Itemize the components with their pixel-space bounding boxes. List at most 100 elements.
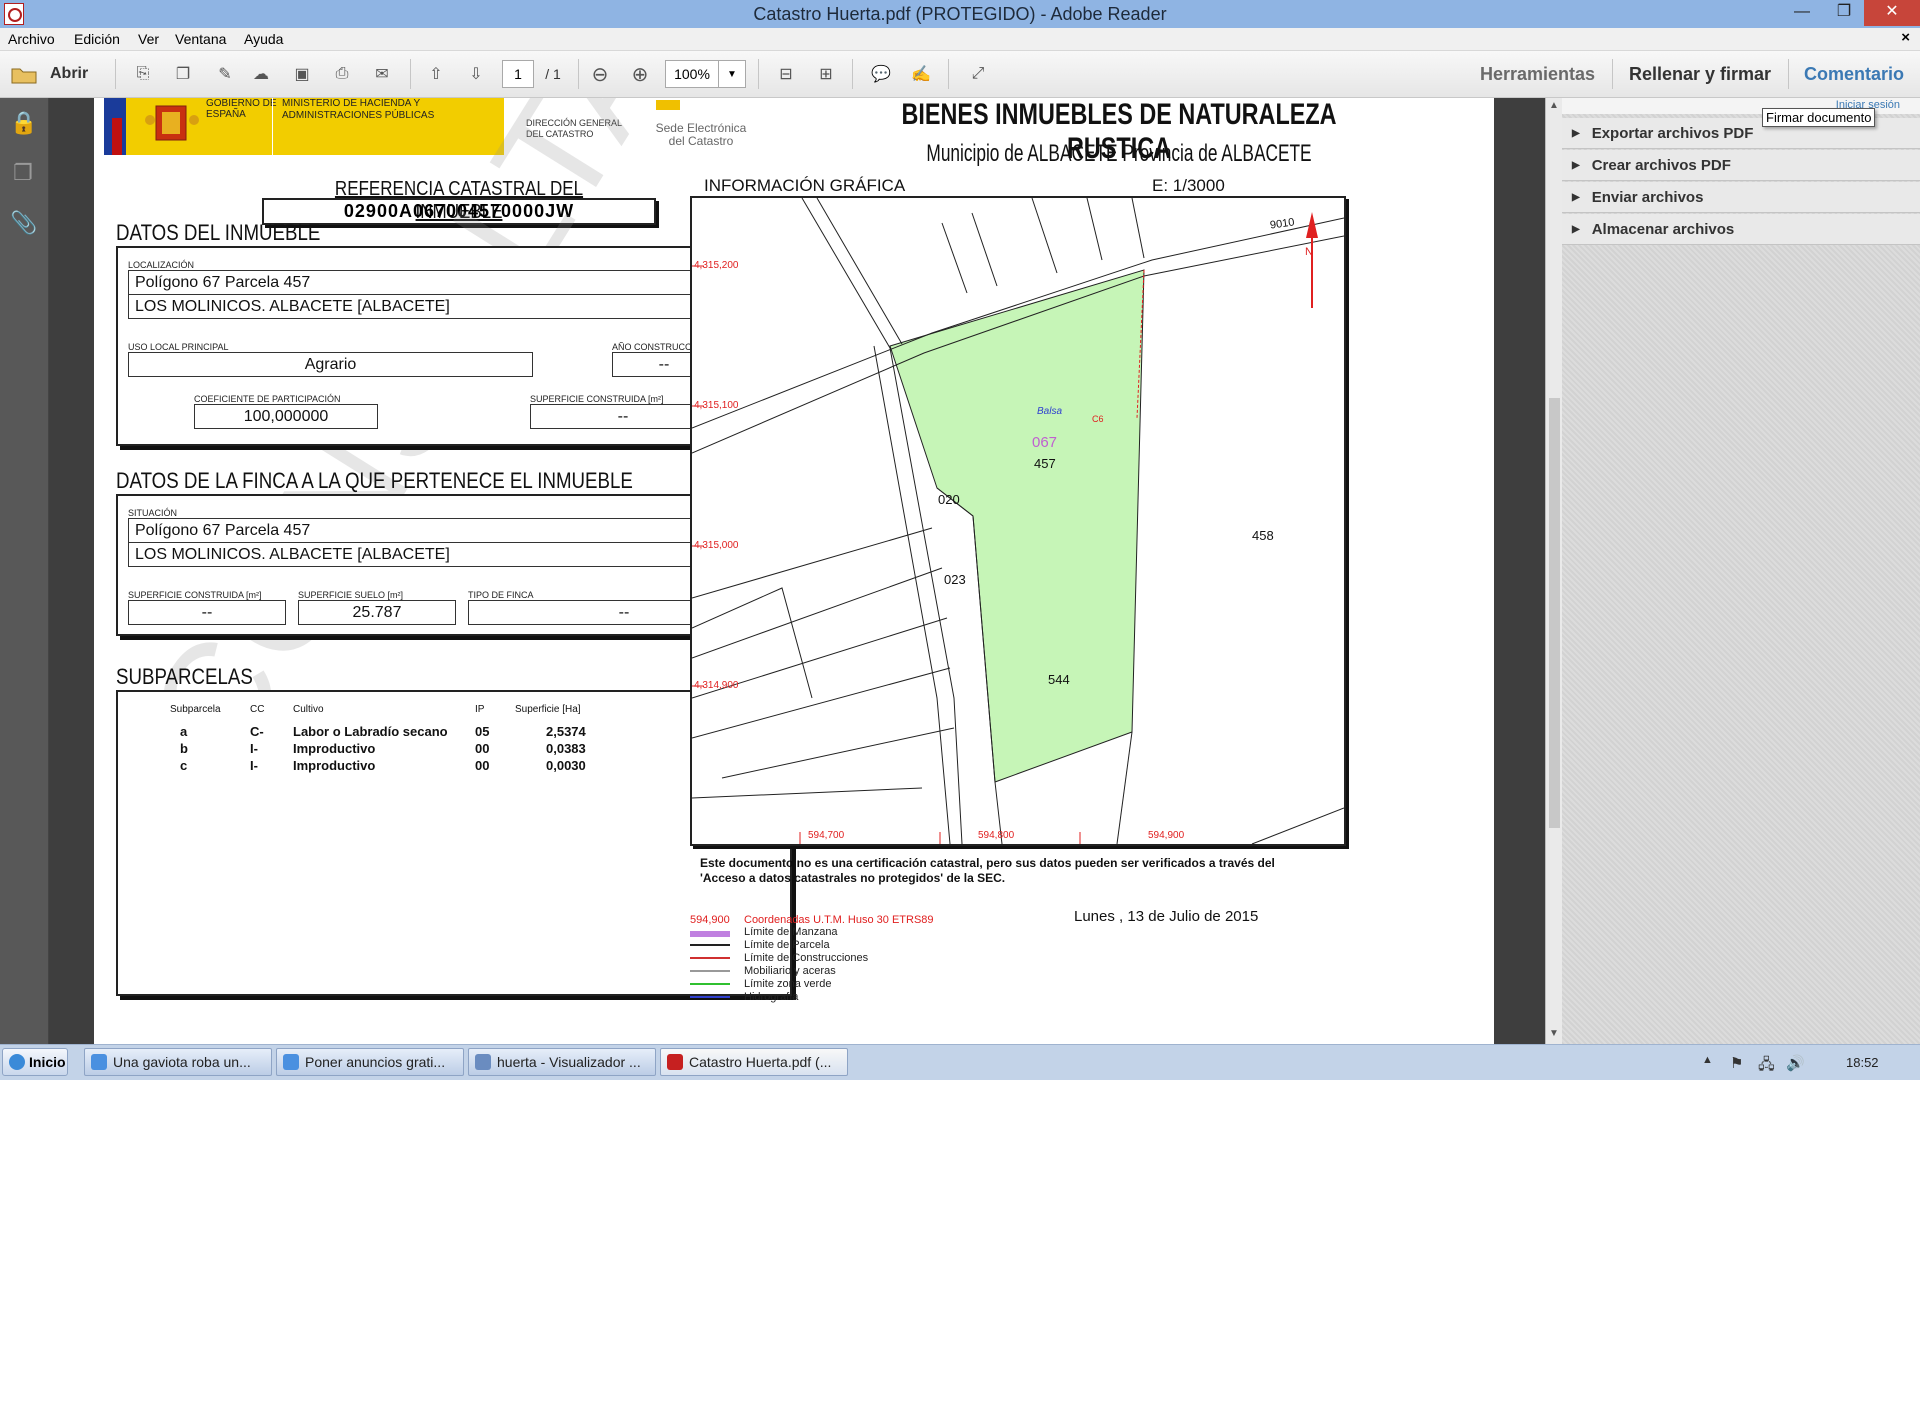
x-tick-1: 594,700: [808, 830, 845, 841]
map-scale: E: 1/3000: [1152, 176, 1225, 195]
scroll-down-icon[interactable]: ▼: [1549, 1028, 1559, 1039]
minimize-button[interactable]: —: [1780, 0, 1824, 26]
email-icon[interactable]: ✉: [367, 60, 397, 88]
open-label: Abrir: [50, 65, 89, 82]
close-document-icon[interactable]: ×: [1901, 29, 1910, 46]
fit-page-icon[interactable]: ⊟: [771, 60, 801, 88]
start-label: Inicio: [29, 1054, 66, 1070]
row-b-ip: 00: [475, 741, 490, 756]
previous-page-icon[interactable]: ⇧: [421, 60, 451, 88]
y-tick-1: 4,315,200: [694, 260, 739, 271]
volume-icon[interactable]: 🔊: [1786, 1054, 1805, 1072]
col-superficie: Superficie [Ha]: [515, 704, 581, 715]
page-thumbnails-icon[interactable]: ❐: [10, 160, 36, 186]
folder-icon: [11, 68, 37, 84]
taskbar: Inicio Una gaviota roba un... Poner anun…: [0, 1044, 1920, 1080]
loc-line1: Polígono 67 Parcela 457: [128, 270, 778, 295]
col-cc: CC: [250, 704, 265, 715]
row-b-superficie: 0,0383: [546, 741, 586, 756]
toolbar-separator: [410, 59, 411, 89]
page-number-input[interactable]: 1: [502, 60, 534, 88]
document-viewport[interactable]: GOBIERNO DE ESPAÑA MINISTERIO DE HACIEND…: [49, 98, 1545, 1044]
row-c-subparcela: c: [180, 758, 188, 773]
legend-line-parcela: [690, 944, 730, 946]
full-screen-icon[interactable]: ⤢: [963, 60, 993, 88]
lock-icon[interactable]: 🔒: [10, 110, 37, 136]
legend-line-construcciones: [690, 957, 730, 959]
scroll-up-icon[interactable]: ▲: [1549, 100, 1559, 111]
legend-line-hidrografia: [690, 996, 730, 998]
zoom-input[interactable]: 100%: [665, 60, 719, 88]
map-label-balsa: Balsa: [1037, 406, 1063, 417]
windows-start-icon: [9, 1054, 25, 1070]
clock[interactable]: 18:52: [1846, 1055, 1879, 1070]
internet-explorer-icon: [91, 1054, 107, 1070]
pdf-page: GOBIERNO DE ESPAÑA MINISTERIO DE HACIEND…: [94, 98, 1494, 1044]
cloud-upload-icon[interactable]: ☁: [246, 60, 276, 88]
create-pdf-item[interactable]: ▶ Crear archivos PDF: [1562, 150, 1920, 181]
print-icon[interactable]: ⎙: [327, 60, 357, 88]
maximize-button[interactable]: ❐: [1822, 0, 1866, 26]
legend-manzana: Límite de Manzana: [744, 926, 838, 938]
sit-label: SITUACIÓN: [128, 508, 178, 518]
network-icon[interactable]: 🖧: [1758, 1054, 1775, 1079]
open-button[interactable]: Abrir: [10, 60, 100, 88]
fill-and-sign-tab[interactable]: Rellenar y firmar: [1629, 64, 1771, 85]
datos-inmueble-title: DATOS DEL INMUEBLE: [116, 220, 321, 245]
close-button[interactable]: ✕: [1864, 0, 1920, 26]
col-ip: IP: [475, 704, 485, 715]
col-cultivo: Cultivo: [293, 704, 324, 715]
loc-line2: LOS MOLINICOS. ALBACETE [ALBACETE]: [128, 294, 778, 319]
send-files-item[interactable]: ▶ Enviar archivos: [1562, 182, 1920, 213]
taskbar-item-adobe[interactable]: Catastro Huerta.pdf (...: [660, 1048, 848, 1076]
zoom-dropdown-chevron-down-icon[interactable]: ▼: [718, 60, 746, 88]
tray-expand-icon[interactable]: ▲: [1702, 1054, 1713, 1066]
subparcelas-title: SUBPARCELAS: [116, 664, 253, 689]
create-pdf-icon[interactable]: ⎘: [128, 60, 158, 88]
row-c-cc: I-: [250, 758, 258, 773]
north-label: N: [1305, 246, 1313, 258]
toolbar: Abrir ⎘ ❐ ✎ ☁ ▣ ⎙ ✉ ⇧ ⇩ 1 / 1 ⊖ ⊕ 100% ▼…: [0, 51, 1920, 98]
taskbar-item-viewer[interactable]: huerta - Visualizador ...: [468, 1048, 656, 1076]
next-page-icon[interactable]: ⇩: [461, 60, 491, 88]
y-tick-3: 4,315,000: [694, 540, 739, 551]
ministry-text: MINISTERIO DE HACIENDA Y ADMINISTRACIONE…: [282, 98, 435, 121]
menu-ver[interactable]: Ver: [138, 31, 159, 47]
save-icon[interactable]: ▣: [287, 60, 317, 88]
attachment-icon[interactable]: 📎: [10, 210, 37, 236]
sc-value: --: [128, 600, 286, 625]
zoom-out-icon[interactable]: ⊖: [585, 60, 615, 88]
edit-icon[interactable]: ✎: [210, 60, 240, 88]
scrollbar-thumb[interactable]: [1549, 398, 1560, 828]
tf-label: TIPO DE FINCA: [468, 590, 534, 600]
coat-of-arms-icon: [145, 105, 199, 141]
menu-archivo[interactable]: Archivo: [8, 31, 55, 47]
combine-pdf-icon[interactable]: ❐: [168, 60, 198, 88]
legend-mobiliario: Mobiliario y aceras: [744, 965, 836, 977]
menu-ayuda[interactable]: Ayuda: [244, 31, 283, 47]
comment-tab[interactable]: Comentario: [1804, 64, 1904, 85]
legend-line-zona-verde: [690, 983, 730, 985]
menu-edicion[interactable]: Edición: [74, 31, 120, 47]
flag-icon[interactable]: ⚑: [1730, 1054, 1743, 1072]
fit-width-icon[interactable]: ⊞: [811, 60, 841, 88]
comment-bubble-icon[interactable]: 💬: [866, 60, 896, 88]
sign-icon[interactable]: ✍: [906, 60, 936, 88]
tools-tab[interactable]: Herramientas: [1480, 64, 1595, 85]
zoom-in-icon[interactable]: ⊕: [625, 60, 655, 88]
ss-label: SUPERFICIE SUELO [m²]: [298, 590, 404, 600]
taskbar-item-label: huerta - Visualizador ...: [497, 1054, 641, 1070]
coef-value: 100,000000: [194, 404, 378, 429]
menu-ventana[interactable]: Ventana: [175, 31, 226, 47]
expand-triangle-icon: ▶: [1572, 191, 1580, 203]
logo-divider: [272, 98, 273, 155]
toolbar-separator: [1612, 59, 1613, 89]
ss-value: 25.787: [298, 600, 456, 625]
legend-coord-value: 594,900: [690, 914, 730, 926]
taskbar-item-browser-2[interactable]: Poner anuncios grati...: [276, 1048, 464, 1076]
row-b-subparcela: b: [180, 741, 188, 756]
loc-label: LOCALIZACIÓN: [128, 260, 195, 270]
store-files-item[interactable]: ▶ Almacenar archivos: [1562, 214, 1920, 245]
start-button[interactable]: Inicio: [2, 1048, 68, 1076]
taskbar-item-browser-1[interactable]: Una gaviota roba un...: [84, 1048, 272, 1076]
